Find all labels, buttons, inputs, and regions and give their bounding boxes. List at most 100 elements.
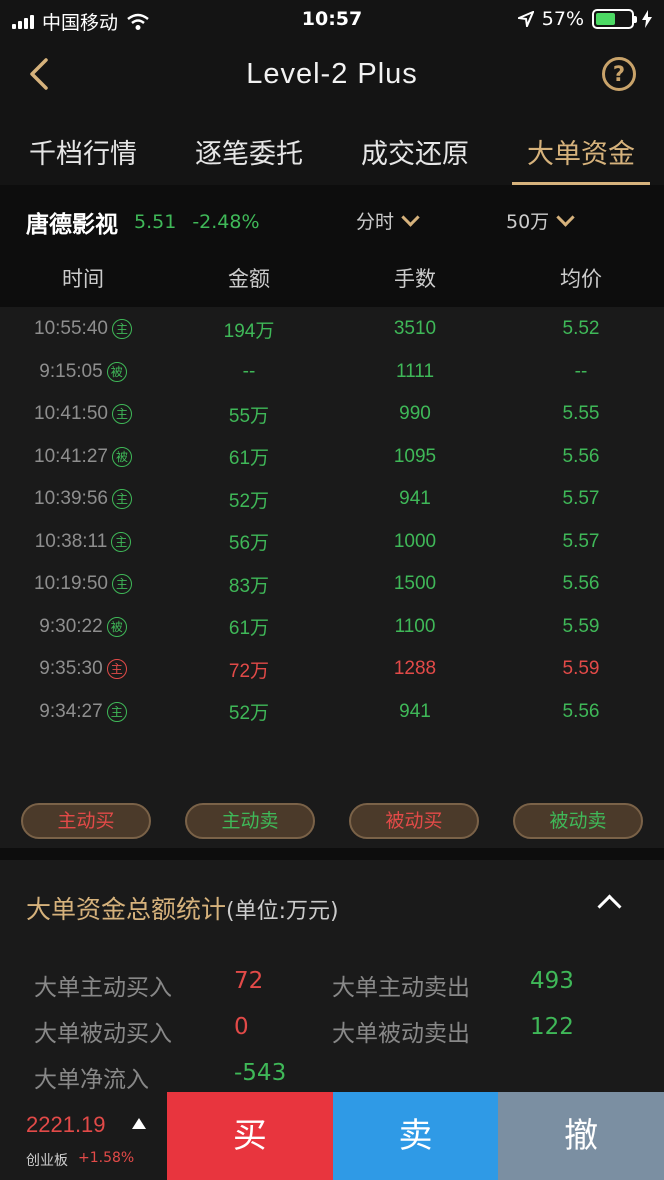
row-time: 9:15:05 — [39, 360, 103, 382]
stock-price: 5.51 — [134, 211, 177, 233]
charging-icon — [642, 10, 652, 28]
row-time: 9:34:27 — [39, 700, 103, 722]
row-amount: 52万 — [228, 490, 270, 512]
index-value: 2221.19 — [26, 1112, 106, 1137]
stat-value: 122 — [530, 1014, 574, 1040]
legend-passive-buy-button[interactable]: 被动买 — [349, 803, 479, 839]
row-avg-price: 5.56 — [562, 700, 600, 722]
help-icon[interactable]: ? — [602, 57, 636, 91]
row-time: 10:38:11 — [34, 530, 108, 552]
tab-large-order-funds[interactable]: 大单资金 — [498, 112, 664, 185]
battery-icon — [592, 9, 637, 29]
row-lots: 1111 — [395, 360, 435, 382]
legend: 主动买 主动卖 被动买 被动卖 — [0, 803, 664, 839]
stats-title-text: 大单资金总额统计 — [26, 895, 227, 924]
chevron-down-icon — [401, 207, 420, 227]
row-lots: 941 — [399, 700, 431, 722]
row-amount: 61万 — [228, 448, 270, 470]
row-time: 10:39:56 — [34, 488, 108, 510]
status-bar: 中国移动 10:57 57% — [0, 0, 664, 40]
row-time: 10:41:50 — [34, 403, 108, 425]
sell-button[interactable]: 卖 — [332, 1092, 499, 1180]
legend-passive-sell-button[interactable]: 被动卖 — [513, 803, 643, 839]
order-type-badge: 被 — [106, 616, 127, 637]
tab-thousand-levels[interactable]: 千档行情 — [0, 112, 166, 185]
collapse-icon[interactable] — [597, 894, 622, 919]
row-amount: 52万 — [228, 703, 270, 725]
page-title: Level-2 Plus — [246, 58, 418, 90]
order-type-badge: 主 — [106, 659, 127, 680]
row-avg-price: 5.59 — [562, 615, 600, 637]
table-row: 10:19:50 主 83万 1500 5.56 — [0, 563, 664, 606]
row-avg-price: 5.55 — [562, 403, 600, 425]
stats-panel: 大单资金总额统计(单位:万元) 大单主动买入 72 大单主动卖出 493 大单被… — [0, 860, 664, 1094]
time-selector[interactable]: 分时 — [356, 207, 420, 234]
row-time-cell: 9:34:27 主 — [0, 701, 166, 723]
row-time: 10:41:27 — [34, 445, 108, 467]
row-lots: 1500 — [393, 573, 437, 595]
stat-value: 493 — [530, 968, 574, 994]
row-time: 9:35:30 — [39, 658, 103, 680]
row-time-cell: 10:41:50 主 — [0, 403, 166, 425]
row-lots: 990 — [399, 403, 431, 425]
tab-trade-restore[interactable]: 成交还原 — [332, 112, 498, 185]
buy-button[interactable]: 买 — [167, 1092, 333, 1180]
legend-active-buy-button[interactable]: 主动买 — [21, 803, 151, 839]
row-avg-price: 5.56 — [562, 445, 600, 467]
stat-label: 大单被动卖出 — [332, 1021, 470, 1047]
cancel-button[interactable]: 撤 — [498, 1092, 664, 1180]
order-type-badge: 主 — [106, 701, 127, 722]
up-arrow-icon — [132, 1118, 146, 1129]
time-selector-label: 分时 — [356, 211, 395, 233]
stat-value: -543 — [234, 1060, 287, 1086]
row-avg-price: 5.57 — [562, 530, 600, 552]
trade-list: 10:55:40 主 194万 3510 5.52 9:15:05 被 -- 1111 -- 10:… — [0, 308, 664, 733]
row-time: 10:55:40 — [34, 318, 108, 340]
tab-order-by-order[interactable]: 逐笔委托 — [166, 112, 332, 185]
row-amount: 55万 — [228, 405, 270, 427]
order-type-badge: 主 — [111, 574, 132, 595]
stat-net-inflow: 大单净流入 -543 — [34, 1060, 286, 1094]
stat-passive-buy: 大单被动买入 0 — [34, 1014, 249, 1048]
row-lots: 1095 — [393, 445, 437, 467]
row-lots: 1000 — [393, 530, 437, 552]
row-lots: 1100 — [394, 615, 436, 637]
table-row: 9:34:27 主 52万 941 5.56 — [0, 691, 664, 734]
order-type-badge: 主 — [111, 531, 132, 552]
threshold-selector[interactable]: 50万 — [506, 207, 575, 234]
row-time-cell: 9:30:22 被 — [0, 616, 166, 638]
row-time-cell: 10:19:50 主 — [0, 573, 166, 595]
battery-percent: 57% — [541, 8, 584, 30]
table-row: 10:39:56 主 52万 941 5.57 — [0, 478, 664, 521]
row-time-cell: 9:35:30 主 — [0, 658, 166, 680]
stats-title: 大单资金总额统计(单位:万元) — [26, 890, 339, 926]
row-time-cell: 9:15:05 被 — [0, 361, 166, 383]
table-row: 10:41:50 主 55万 990 5.55 — [0, 393, 664, 436]
stat-label: 大单净流入 — [34, 1067, 149, 1093]
stat-label: 大单主动卖出 — [332, 975, 470, 1001]
tab-bar: 千档行情 逐笔委托 成交还原 大单资金 — [0, 112, 664, 185]
row-avg-price: 5.56 — [562, 573, 600, 595]
threshold-selector-label: 50万 — [506, 211, 550, 233]
order-type-badge: 主 — [111, 404, 132, 425]
order-type-badge: 被 — [111, 446, 132, 467]
stat-active-buy: 大单主动买入 72 — [34, 968, 263, 1002]
index-ticker[interactable]: 2221.19 创业板 +1.58% — [0, 1092, 167, 1180]
table-row: 9:15:05 被 -- 1111 -- — [0, 351, 664, 394]
stock-name: 唐德影视 — [26, 212, 118, 238]
row-amount: 56万 — [228, 533, 270, 555]
nav-bar: Level-2 Plus ? — [0, 40, 664, 112]
section-divider — [0, 848, 664, 860]
row-time-cell: 10:39:56 主 — [0, 488, 166, 510]
row-lots: 3510 — [393, 318, 437, 340]
stats-unit: (单位:万元) — [226, 899, 339, 924]
location-icon — [517, 11, 534, 27]
row-lots: 1288 — [393, 658, 437, 680]
row-amount: 61万 — [228, 618, 270, 640]
table-row: 10:38:11 主 56万 1000 5.57 — [0, 521, 664, 564]
legend-active-sell-button[interactable]: 主动卖 — [185, 803, 315, 839]
col-lots: 手数 — [394, 267, 436, 291]
row-avg-price: 5.57 — [562, 488, 600, 510]
row-time-cell: 10:41:27 被 — [0, 446, 166, 468]
index-name: 创业板 — [26, 1153, 68, 1169]
